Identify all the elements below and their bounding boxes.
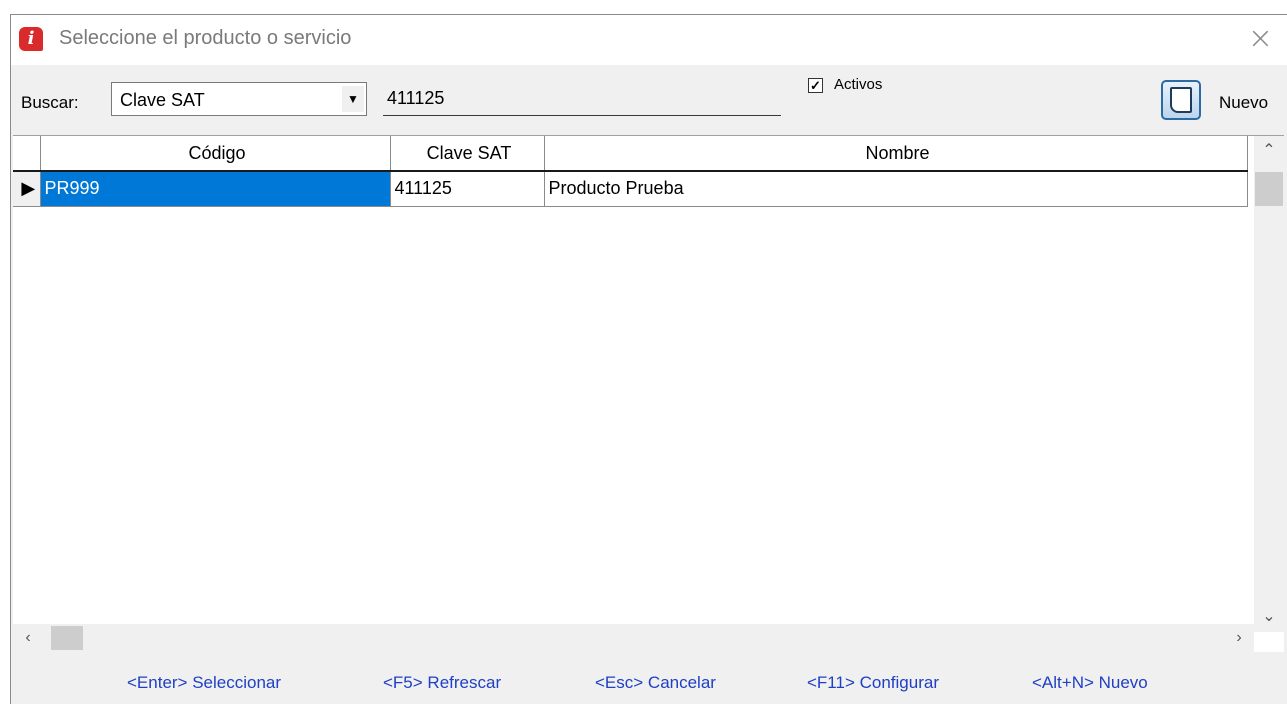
info-app-icon: i <box>19 27 43 51</box>
title-bar: i Seleccione el producto o servicio × <box>11 15 1287 65</box>
scroll-left-icon[interactable]: ‹ <box>13 624 43 652</box>
scroll-right-icon[interactable]: › <box>1224 624 1254 652</box>
cell-codigo[interactable]: PR999 <box>40 171 391 207</box>
row-pointer-icon: ▶ <box>13 171 41 207</box>
hint-enter-seleccionar[interactable]: <Enter> Seleccionar <box>127 673 281 693</box>
hint-alt-n-nuevo[interactable]: <Alt+N> Nuevo <box>1032 673 1148 693</box>
new-document-icon <box>1170 87 1192 113</box>
search-input[interactable] <box>383 82 781 116</box>
activos-checkbox[interactable]: ✓ <box>808 78 823 93</box>
search-toolbar: Buscar: Clave SAT ▼ ✓ Activos Nuevo <box>11 65 1287 137</box>
table-header-row: Código Clave SAT Nombre <box>13 136 1248 172</box>
vertical-scrollbar[interactable]: ⌃ ⌄ <box>1254 136 1284 632</box>
column-header-clave-sat[interactable]: Clave SAT <box>390 136 545 172</box>
search-by-dropdown[interactable]: Clave SAT ▼ <box>111 82 367 116</box>
hint-esc-cancelar[interactable]: <Esc> Cancelar <box>595 673 716 693</box>
hint-f5-refrescar[interactable]: <F5> Refrescar <box>383 673 501 693</box>
window-title: Seleccione el producto o servicio <box>59 27 352 49</box>
dropdown-arrow-icon[interactable]: ▼ <box>342 86 364 112</box>
horizontal-scroll-thumb[interactable] <box>51 626 83 650</box>
products-grid: Código Clave SAT Nombre ▶ PR999 411125 P… <box>13 135 1284 652</box>
horizontal-scrollbar[interactable]: ‹ › <box>13 624 1254 652</box>
column-header-nombre[interactable]: Nombre <box>544 136 1248 172</box>
shortcut-footer: <Enter> Seleccionar <F5> Refrescar <Esc>… <box>11 661 1287 705</box>
cell-nombre[interactable]: Producto Prueba <box>544 171 1248 207</box>
hint-f11-configurar[interactable]: <F11> Configurar <box>807 673 939 693</box>
nuevo-button[interactable] <box>1161 80 1201 120</box>
scroll-down-icon[interactable]: ⌄ <box>1254 602 1284 632</box>
nuevo-label[interactable]: Nuevo <box>1219 93 1268 113</box>
activos-label[interactable]: Activos <box>834 76 882 93</box>
table-row[interactable]: ▶ PR999 411125 Producto Prueba <box>13 171 1248 207</box>
vertical-scroll-thumb[interactable] <box>1255 172 1283 206</box>
close-icon[interactable]: × <box>1248 21 1273 56</box>
row-indicator-header <box>13 136 41 172</box>
dialog-window: i Seleccione el producto o servicio × Bu… <box>10 14 1287 704</box>
products-table: Código Clave SAT Nombre ▶ PR999 411125 P… <box>13 136 1248 207</box>
cell-clave-sat[interactable]: 411125 <box>390 171 545 207</box>
buscar-label: Buscar: <box>21 93 79 112</box>
column-header-codigo[interactable]: Código <box>40 136 391 172</box>
search-by-value: Clave SAT <box>120 90 205 110</box>
scroll-up-icon[interactable]: ⌃ <box>1254 136 1284 166</box>
